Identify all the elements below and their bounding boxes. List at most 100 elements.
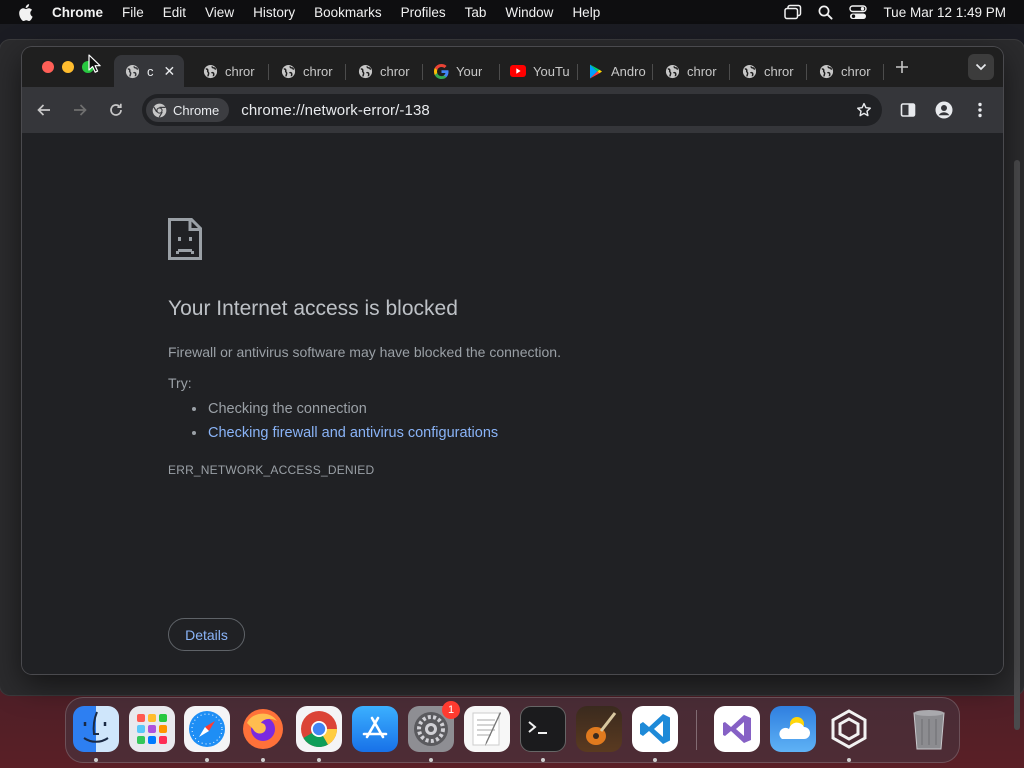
reload-button[interactable] xyxy=(104,98,128,122)
chrome-window: c ✕ chror chror chror Your YouTu Andro c… xyxy=(22,47,1003,674)
trash-icon[interactable] xyxy=(906,706,952,752)
tab-separator xyxy=(883,64,884,80)
menu-bar: Chrome File Edit View History Bookmarks … xyxy=(0,0,1024,24)
tab-6[interactable]: YouTu xyxy=(500,55,577,87)
launchpad-icon[interactable] xyxy=(129,706,175,752)
new-tab-button[interactable] xyxy=(890,55,914,79)
chrome-icon[interactable] xyxy=(296,706,342,752)
play-store-icon xyxy=(588,63,604,79)
tab-title: chror xyxy=(380,63,410,79)
finder-icon[interactable] xyxy=(73,706,119,752)
menu-bar-clock[interactable]: Tue Mar 12 1:49 PM xyxy=(883,5,1006,20)
menu-history[interactable]: History xyxy=(253,5,295,20)
firefox-icon[interactable] xyxy=(240,706,286,752)
chrome-logo-icon xyxy=(152,102,168,118)
tab-title: chror xyxy=(225,63,255,79)
tab-10[interactable]: chror xyxy=(808,55,883,87)
window-switcher-icon[interactable] xyxy=(784,4,802,20)
tab-5[interactable]: Your xyxy=(423,55,499,87)
control-center-icon[interactable] xyxy=(849,4,868,20)
menu-tab[interactable]: Tab xyxy=(465,5,487,20)
error-title: Your Internet access is blocked xyxy=(168,297,458,320)
textedit-icon[interactable] xyxy=(464,706,510,752)
running-indicator xyxy=(847,758,851,762)
dock-separator xyxy=(696,710,697,750)
close-window-button[interactable] xyxy=(42,61,54,73)
reload-icon xyxy=(110,103,122,116)
tab-7[interactable]: Andro xyxy=(578,55,652,87)
vmware-icon[interactable] xyxy=(826,706,872,752)
tab-title: YouTu xyxy=(533,63,570,79)
tab-strip: c ✕ chror chror chror Your YouTu Andro c… xyxy=(22,47,1003,87)
profile-button[interactable] xyxy=(932,98,956,122)
tab-separator xyxy=(806,64,807,80)
site-info-chip[interactable]: Chrome xyxy=(146,98,230,122)
menu-help[interactable]: Help xyxy=(572,5,600,20)
menu-view[interactable]: View xyxy=(205,5,234,20)
safari-icon[interactable] xyxy=(184,706,230,752)
globe-icon xyxy=(818,63,834,79)
suggestion-check-firewall-link[interactable]: Checking firewall and antivirus configur… xyxy=(192,421,498,445)
menu-app-name[interactable]: Chrome xyxy=(52,5,103,20)
tab-4[interactable]: chror xyxy=(347,55,422,87)
menu-file[interactable]: File xyxy=(122,5,144,20)
tab-separator xyxy=(652,64,653,80)
error-description: Firewall or antivirus software may have … xyxy=(168,344,561,360)
running-indicator xyxy=(94,758,98,762)
globe-icon xyxy=(664,63,680,79)
profile-avatar-icon xyxy=(935,101,953,119)
menu-profiles[interactable]: Profiles xyxy=(401,5,446,20)
tab-3[interactable]: chror xyxy=(270,55,345,87)
weather-icon[interactable] xyxy=(770,706,816,752)
running-indicator xyxy=(205,758,209,762)
forward-button[interactable] xyxy=(68,98,92,122)
menu-bookmarks[interactable]: Bookmarks xyxy=(314,5,382,20)
youtube-icon xyxy=(510,63,526,79)
kebab-menu-icon xyxy=(978,102,982,118)
garageband-icon[interactable] xyxy=(576,706,622,752)
back-button[interactable] xyxy=(32,98,56,122)
running-indicator xyxy=(541,758,545,762)
visual-studio-icon[interactable] xyxy=(714,706,760,752)
vscode-icon[interactable] xyxy=(632,706,678,752)
tab-active[interactable]: c ✕ xyxy=(114,55,184,87)
running-indicator xyxy=(261,758,265,762)
chrome-menu-button[interactable] xyxy=(968,98,992,122)
suggestion-check-connection: Checking the connection xyxy=(192,397,498,421)
tab-title: c xyxy=(147,63,154,79)
background-window-scrollbar xyxy=(1014,160,1020,730)
error-try-label: Try: xyxy=(168,375,192,391)
side-panel-button[interactable] xyxy=(896,98,920,122)
running-indicator xyxy=(317,758,321,762)
tab-title: chror xyxy=(303,63,333,79)
tab-title: chror xyxy=(764,63,794,79)
tab-close-icon[interactable]: ✕ xyxy=(164,63,176,80)
tab-title: Andro xyxy=(611,63,646,79)
star-icon xyxy=(857,102,871,117)
tab-9[interactable]: chror xyxy=(731,55,806,87)
tab-2[interactable]: chror xyxy=(192,55,268,87)
bookmark-star-button[interactable] xyxy=(852,98,876,122)
arrow-left-icon xyxy=(37,104,50,116)
chevron-down-icon xyxy=(975,63,987,71)
tab-separator xyxy=(268,64,269,80)
spotlight-search-icon[interactable] xyxy=(818,5,833,20)
app-store-icon[interactable] xyxy=(352,706,398,752)
google-icon xyxy=(433,63,449,79)
globe-icon xyxy=(280,63,296,79)
menu-window[interactable]: Window xyxy=(505,5,553,20)
details-button[interactable]: Details xyxy=(168,618,245,651)
tab-search-button[interactable] xyxy=(968,54,994,80)
terminal-icon[interactable] xyxy=(520,706,566,752)
tab-8[interactable]: chror xyxy=(654,55,729,87)
tab-title: chror xyxy=(687,63,717,79)
address-bar[interactable]: Chrome chrome://network-error/-138 xyxy=(142,94,882,126)
menu-edit[interactable]: Edit xyxy=(163,5,186,20)
browser-toolbar: Chrome chrome://network-error/-138 xyxy=(22,87,1003,133)
minimize-window-button[interactable] xyxy=(62,61,74,73)
mouse-cursor-icon xyxy=(88,54,102,79)
url-text[interactable]: chrome://network-error/-138 xyxy=(241,102,430,119)
side-panel-icon xyxy=(900,103,916,117)
apple-menu-icon[interactable] xyxy=(18,3,36,21)
error-page: Your Internet access is blocked Firewall… xyxy=(22,133,1003,674)
